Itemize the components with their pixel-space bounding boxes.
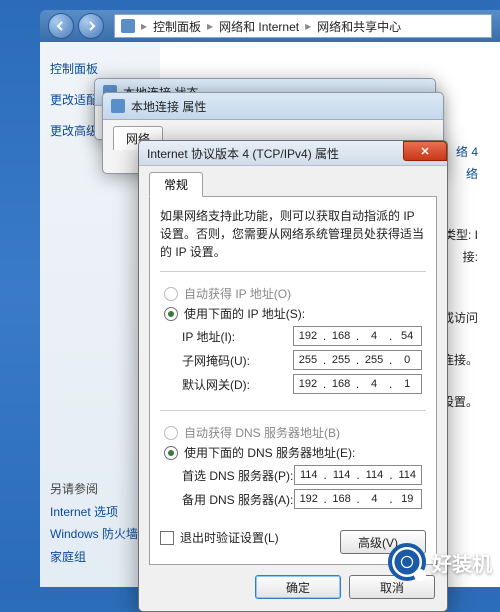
radio-icon [164, 426, 178, 440]
watermark-text: 好装机 [432, 548, 492, 577]
alternate-dns-input[interactable]: 192. 168. 4. 19 [294, 489, 422, 509]
sidebar-footer: 另请参阅 Internet 选项 Windows 防火墙 家庭组 [50, 478, 150, 569]
sidebar-link-homegroup[interactable]: 家庭组 [50, 550, 86, 564]
sidebar-link-home[interactable]: 控制面板 [50, 60, 150, 77]
radio-auto-dns: 自动获得 DNS 服务器地址(B) [164, 424, 422, 441]
checkbox-label: 退出时验证设置(L) [180, 529, 279, 546]
radio-label: 使用下面的 DNS 服务器地址(E): [184, 444, 355, 461]
ok-button[interactable]: 确定 [255, 575, 341, 599]
default-gateway-input[interactable]: 192. 168. 4. 1 [293, 374, 422, 394]
radio-manual-dns[interactable]: 使用下面的 DNS 服务器地址(E): [164, 444, 422, 461]
crumb-leaf[interactable]: 网络和共享中心 [317, 18, 401, 35]
dns-group: 自动获得 DNS 服务器地址(B) 使用下面的 DNS 服务器地址(E): 首选… [160, 410, 426, 519]
chevron-right-icon: ▸ [305, 19, 311, 33]
sidebar-link-internet-options[interactable]: Internet 选项 [50, 505, 118, 519]
field-label: 首选 DNS 服务器(P): [182, 467, 286, 484]
field-label: 默认网关(D): [182, 376, 285, 393]
crumb-mid[interactable]: 网络和 Internet [219, 18, 299, 35]
close-icon [420, 146, 430, 156]
field-label: IP 地址(I): [182, 328, 285, 345]
ipv4-properties-dialog: Internet 协议版本 4 (TCP/IPv4) 属性 常规 如果网络支持此… [138, 140, 448, 612]
window-title: 本地连接 属性 [131, 98, 206, 115]
field-default-gateway: 默认网关(D): 192. 168. 4. 1 [182, 374, 422, 394]
field-ip-address: IP 地址(I): 192. 168. 4. 54 [182, 326, 422, 346]
forward-button[interactable] [78, 13, 104, 39]
radio-icon [164, 307, 178, 321]
field-alternate-dns: 备用 DNS 服务器(A): 192. 168. 4. 19 [182, 489, 422, 509]
crumb-root[interactable]: 控制面板 [153, 18, 201, 35]
sidebar-link-firewall[interactable]: Windows 防火墙 [50, 527, 138, 541]
radio-auto-ip[interactable]: 自动获得 IP 地址(O) [164, 285, 422, 302]
window-titlebar[interactable]: 本地连接 属性 [103, 93, 443, 120]
field-label: 子网掩码(U): [182, 352, 285, 369]
watermark-logo-icon [388, 543, 426, 581]
chevron-right-icon: ▸ [141, 19, 147, 33]
chevron-right-icon: ▸ [207, 19, 213, 33]
dialog-titlebar[interactable]: Internet 协议版本 4 (TCP/IPv4) 属性 [139, 141, 447, 166]
network-icon [111, 99, 125, 113]
radio-icon [164, 446, 178, 460]
preferred-dns-input[interactable]: 114. 114. 114. 114 [294, 465, 422, 485]
back-button[interactable] [48, 13, 74, 39]
control-panel-icon [121, 19, 135, 33]
radio-label: 使用下面的 IP 地址(S): [184, 305, 305, 322]
field-label: 备用 DNS 服务器(A): [182, 491, 286, 508]
tab-general[interactable]: 常规 [149, 172, 203, 197]
close-button[interactable] [403, 141, 447, 161]
tab-panel: 如果网络支持此功能，则可以获取自动指派的 IP 设置。否则，您需要从网络系统管理… [149, 196, 437, 565]
checkbox-icon [160, 531, 174, 545]
field-subnet-mask: 子网掩码(U): 255. 255. 255. 0 [182, 350, 422, 370]
subnet-mask-input[interactable]: 255. 255. 255. 0 [293, 350, 422, 370]
sidebar-heading: 另请参阅 [50, 478, 150, 501]
radio-label: 自动获得 IP 地址(O) [184, 285, 291, 302]
radio-icon [164, 287, 178, 301]
ip-address-input[interactable]: 192. 168. 4. 54 [293, 326, 422, 346]
radio-label: 自动获得 DNS 服务器地址(B) [184, 424, 340, 441]
nav-bar: ▸ 控制面板 ▸ 网络和 Internet ▸ 网络和共享中心 [40, 10, 500, 42]
watermark: 好装机 [388, 543, 492, 581]
breadcrumb[interactable]: ▸ 控制面板 ▸ 网络和 Internet ▸ 网络和共享中心 [114, 14, 492, 38]
dialog-description: 如果网络支持此功能，则可以获取自动指派的 IP 设置。否则，您需要从网络系统管理… [160, 207, 426, 261]
ip-group: 自动获得 IP 地址(O) 使用下面的 IP 地址(S): IP 地址(I): … [160, 271, 426, 404]
dialog-title: Internet 协议版本 4 (TCP/IPv4) 属性 [147, 145, 397, 162]
field-preferred-dns: 首选 DNS 服务器(P): 114. 114. 114. 114 [182, 465, 422, 485]
radio-manual-ip[interactable]: 使用下面的 IP 地址(S): [164, 305, 422, 322]
